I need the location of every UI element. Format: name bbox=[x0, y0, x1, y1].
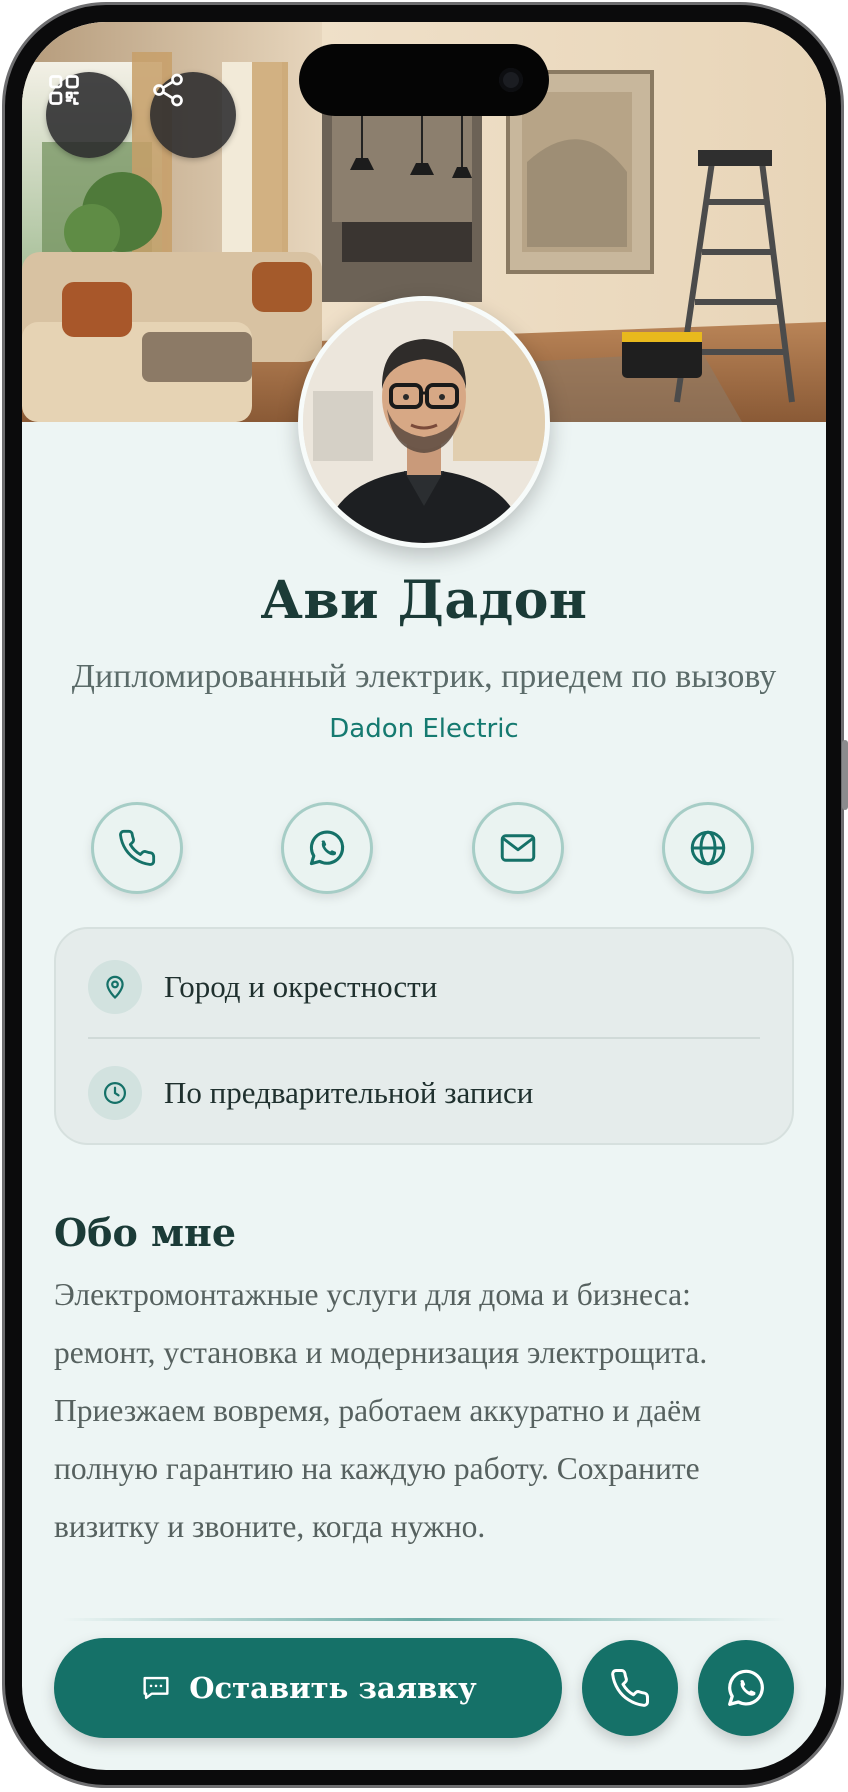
location-text: Город и окрестности bbox=[164, 969, 438, 1004]
message-icon bbox=[143, 1676, 169, 1700]
divider bbox=[88, 1037, 760, 1039]
share-button[interactable] bbox=[150, 72, 236, 158]
bottom-whatsapp-button[interactable] bbox=[698, 1640, 794, 1736]
location-pin-icon bbox=[106, 975, 124, 1000]
leave-request-label: Оставить заявку bbox=[189, 1671, 477, 1705]
profile-title: Дипломированный электрик, приедем по выз… bbox=[71, 658, 777, 695]
screen: Ави Дадон Дипломированный электрик, прие… bbox=[22, 22, 826, 1770]
bottom-call-button[interactable] bbox=[582, 1640, 678, 1736]
avatar bbox=[298, 296, 550, 548]
qr-code-button[interactable] bbox=[46, 72, 132, 158]
whatsapp-button[interactable] bbox=[281, 802, 373, 894]
profile-photo bbox=[303, 301, 545, 543]
qr-code-icon bbox=[49, 75, 79, 105]
hours-row: По предварительной записи bbox=[88, 1043, 760, 1143]
clock-icon bbox=[103, 1081, 127, 1105]
dynamic-island bbox=[299, 44, 549, 116]
mail-icon bbox=[500, 834, 536, 862]
bottom-bar-divider bbox=[62, 1618, 786, 1621]
leave-request-button[interactable]: Оставить заявку bbox=[54, 1638, 562, 1738]
globe-icon bbox=[690, 830, 726, 866]
email-button[interactable] bbox=[472, 802, 564, 894]
camera-icon bbox=[499, 68, 523, 92]
info-card: Город и окрестности По предварительной з… bbox=[54, 927, 794, 1145]
location-icon-badge bbox=[88, 960, 142, 1014]
hours-text: По предварительной записи bbox=[164, 1075, 534, 1110]
phone-device: Ави Дадон Дипломированный электрик, прие… bbox=[0, 0, 848, 1792]
phone-icon bbox=[119, 829, 156, 866]
side-button bbox=[842, 740, 848, 810]
whatsapp-icon bbox=[728, 1669, 764, 1706]
call-button[interactable] bbox=[91, 802, 183, 894]
whatsapp-icon bbox=[309, 830, 345, 866]
company-name: Dadon Electric bbox=[329, 714, 519, 744]
location-row: Город и окрестности bbox=[88, 937, 760, 1037]
about-heading: Обо мне bbox=[54, 1210, 237, 1255]
share-icon bbox=[153, 73, 183, 107]
profile-name: Ави Дадон bbox=[260, 570, 588, 631]
phone-icon bbox=[611, 1669, 649, 1707]
clock-icon-badge bbox=[88, 1066, 142, 1120]
website-button[interactable] bbox=[662, 802, 754, 894]
about-text: Электромонтажные услуги для дома и бизне… bbox=[54, 1277, 708, 1544]
